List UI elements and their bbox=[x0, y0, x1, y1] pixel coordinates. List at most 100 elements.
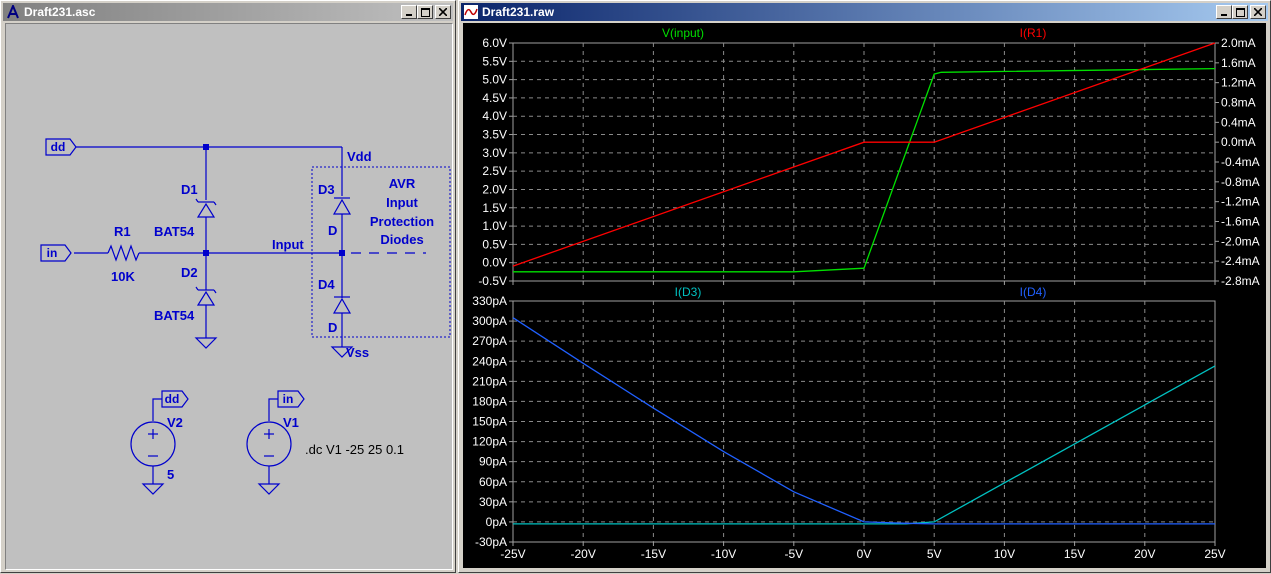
port-in-label: in bbox=[47, 246, 58, 260]
maximize-button[interactable] bbox=[1232, 5, 1248, 19]
minimize-icon bbox=[406, 14, 412, 16]
x-tick-label: 0V bbox=[857, 547, 872, 561]
top-plot-pane[interactable]: 6.0V 5.5V 5.0V 4.5V 4.0V 3.5V 3.0V 2.5V 2.0V 1.5V… bbox=[478, 26, 1259, 288]
minimize-button[interactable] bbox=[401, 5, 417, 19]
port-dd2-label: dd bbox=[165, 392, 180, 406]
vss-label: Vss bbox=[346, 345, 369, 360]
close-button[interactable] bbox=[435, 5, 451, 19]
legend-i-d4-: I(D4) bbox=[1020, 285, 1047, 299]
y-right-tick-label: -2.0mA bbox=[1221, 234, 1260, 248]
y-tick-label: 330pA bbox=[472, 294, 507, 308]
d4-model-label: D bbox=[328, 320, 337, 335]
v1-label: V1 bbox=[283, 415, 299, 430]
y-right-tick-label: -2.8mA bbox=[1221, 274, 1260, 288]
y-tick-label: 210pA bbox=[472, 374, 507, 388]
vdd-label: Vdd bbox=[347, 149, 372, 164]
schematic-title: Draft231.asc bbox=[24, 5, 96, 19]
y-right-tick-label: 1.6mA bbox=[1221, 56, 1256, 70]
maximize-icon bbox=[1235, 7, 1245, 17]
y-tick-label: -0.5V bbox=[478, 274, 507, 288]
y-tick-label: 60pA bbox=[479, 475, 507, 489]
y-tick-label: 4.5V bbox=[482, 91, 507, 105]
waveform-window: Draft231.raw 6.0V 5.5V 5.0V 4.5V 4.0V 3.5V 3.0… bbox=[458, 0, 1271, 573]
d4-label: D4 bbox=[318, 277, 335, 292]
legend-i-d3-: I(D3) bbox=[675, 285, 702, 299]
y-tick-label: 30pA bbox=[479, 495, 507, 509]
y-tick-label: 120pA bbox=[472, 435, 507, 449]
maximize-button[interactable] bbox=[417, 5, 433, 19]
y-tick-label: 4.0V bbox=[482, 109, 507, 123]
y-right-tick-label: 0.0mA bbox=[1221, 135, 1256, 149]
y-right-tick-label: 0.8mA bbox=[1221, 96, 1256, 110]
close-button[interactable] bbox=[1250, 5, 1266, 19]
schematic-app-icon[interactable] bbox=[5, 4, 21, 20]
y-right-tick-label: -0.4mA bbox=[1221, 155, 1260, 169]
note-line-1: AVR bbox=[389, 176, 416, 191]
note-line-4: Diodes bbox=[380, 232, 423, 247]
y-tick-label: 150pA bbox=[472, 415, 507, 429]
waveform-title: Draft231.raw bbox=[482, 5, 555, 19]
d1-model-label: BAT54 bbox=[154, 224, 195, 239]
legend-v-input-: V(input) bbox=[662, 26, 704, 40]
minimize-icon bbox=[1221, 14, 1227, 16]
x-tick-label: 20V bbox=[1134, 547, 1155, 561]
y-tick-label: 3.0V bbox=[482, 146, 507, 160]
x-tick-label: 25V bbox=[1204, 547, 1225, 561]
schematic-titlebar[interactable]: Draft231.asc bbox=[3, 3, 453, 21]
close-icon bbox=[1254, 8, 1262, 16]
y-tick-label: 5.0V bbox=[482, 73, 507, 87]
waveform-viewer[interactable]: 6.0V 5.5V 5.0V 4.5V 4.0V 3.5V 3.0V 2.5V 2.0V 1.5V… bbox=[463, 23, 1266, 568]
legend-i-r1-: I(R1) bbox=[1020, 26, 1047, 40]
x-tick-label: -20V bbox=[571, 547, 596, 561]
x-tick-label: 10V bbox=[994, 547, 1015, 561]
y-right-tick-label: -0.8mA bbox=[1221, 175, 1260, 189]
note-line-3: Protection bbox=[370, 214, 434, 229]
x-tick-label: 15V bbox=[1064, 547, 1085, 561]
y-tick-label: 240pA bbox=[472, 354, 507, 368]
y-tick-label: 2.0V bbox=[482, 182, 507, 196]
schematic-canvas[interactable]: dd in Vdd Vss D1 BAT54 D2 BAT54 D3 D D4 … bbox=[5, 23, 453, 570]
port-dd-label: dd bbox=[51, 140, 66, 154]
y-tick-label: 1.5V bbox=[482, 201, 507, 215]
y-right-tick-label: 2.0mA bbox=[1221, 36, 1256, 50]
r1-value-label: 10K bbox=[111, 269, 135, 284]
d1-label: D1 bbox=[181, 182, 198, 197]
d3-label: D3 bbox=[318, 182, 335, 197]
y-tick-label: 0pA bbox=[486, 515, 507, 529]
d2-label: D2 bbox=[181, 265, 198, 280]
y-tick-label: 3.5V bbox=[482, 128, 507, 142]
series-line-i-d4- bbox=[512, 317, 1215, 525]
waveform-titlebar[interactable]: Draft231.raw bbox=[461, 3, 1268, 21]
d3-model-label: D bbox=[328, 223, 337, 238]
x-tick-label: 5V bbox=[927, 547, 942, 561]
r1-label: R1 bbox=[114, 224, 131, 239]
y-right-tick-label: -1.2mA bbox=[1221, 195, 1260, 209]
v2-value-label: 5 bbox=[167, 467, 174, 482]
y-tick-label: 2.5V bbox=[482, 164, 507, 178]
y-tick-label: 6.0V bbox=[482, 36, 507, 50]
y-tick-label: 0.5V bbox=[482, 237, 507, 251]
y-tick-label: 0.0V bbox=[482, 256, 507, 270]
y-right-tick-label: -2.4mA bbox=[1221, 254, 1260, 268]
y-right-tick-label: -1.6mA bbox=[1221, 215, 1260, 229]
x-tick-label: -15V bbox=[641, 547, 666, 561]
y-tick-label: 90pA bbox=[479, 455, 507, 469]
y-tick-label: 5.5V bbox=[482, 54, 507, 68]
bottom-plot-pane[interactable]: -25V -20V -15V -10V -5V 0V 5V 10V 15V 20V 25V 330pA… bbox=[472, 285, 1225, 561]
y-tick-label: 270pA bbox=[472, 334, 507, 348]
x-tick-label: -10V bbox=[711, 547, 736, 561]
input-net-label: Input bbox=[272, 237, 304, 252]
maximize-icon bbox=[420, 7, 430, 17]
y-tick-label: -30pA bbox=[475, 535, 507, 549]
close-icon bbox=[439, 8, 447, 16]
y-tick-label: 180pA bbox=[472, 394, 507, 408]
port-in2-label: in bbox=[283, 392, 294, 406]
y-right-tick-label: 1.2mA bbox=[1221, 76, 1256, 90]
minimize-button[interactable] bbox=[1216, 5, 1232, 19]
x-tick-label: -5V bbox=[784, 547, 803, 561]
schematic-window: Draft231.asc dd in Vdd Vss D1 BAT54 D2 B… bbox=[0, 0, 456, 573]
note-line-2: Input bbox=[386, 195, 418, 210]
waveform-app-icon[interactable] bbox=[463, 4, 479, 20]
y-tick-label: 1.0V bbox=[482, 219, 507, 233]
dc-directive[interactable]: .dc V1 -25 25 0.1 bbox=[305, 442, 404, 457]
